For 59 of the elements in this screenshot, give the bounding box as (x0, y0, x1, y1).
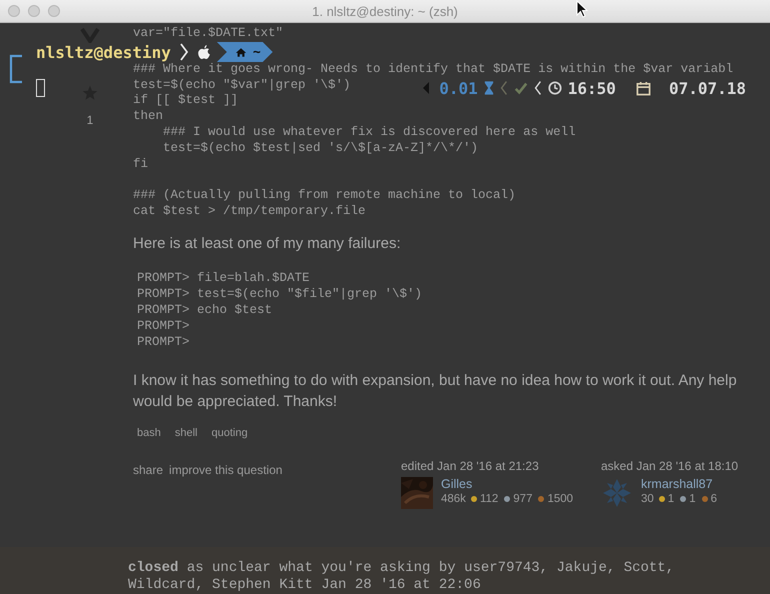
tag[interactable]: bash (137, 426, 161, 439)
code-line: PROMPT> test=$(echo "$file"|grep '\$') (137, 286, 422, 302)
window-title: 1. nlsltz@destiny: ~ (zsh) (312, 4, 458, 18)
code-line: fi (133, 156, 148, 172)
reputation: 30 (641, 492, 654, 505)
code-line: ### I would use whatever fix is discovered here as well (162, 124, 576, 141)
chevron-icon (500, 79, 508, 97)
tag[interactable]: shell (174, 426, 198, 439)
code-line: ### (Actually pulling from remote machine to local) (133, 188, 516, 204)
calendar-icon (636, 80, 651, 96)
badge-count: 1500 (547, 492, 574, 505)
code-line: PROMPT> file=blah.$DATE (137, 270, 310, 286)
zoom-button[interactable] (48, 5, 60, 17)
code-line: PROMPT> echo $test (137, 302, 272, 318)
badge-count: 977 (513, 492, 532, 505)
date: 07.07.18 (668, 78, 746, 98)
code-line: var="file.$DATE.txt" (133, 26, 284, 42)
code-line: PROMPT> (137, 334, 190, 350)
user-name[interactable]: krmarshall87 (641, 476, 720, 491)
directory: ~ (252, 44, 261, 60)
chevron-icon (178, 42, 189, 62)
closed-notice: closed as unclear what you're asking by user79743, Jakuje, Scott, Wildcard, Stephen Kitt Jan 28 '16 at 22:06 (128, 560, 676, 594)
code-line: test=$(echo $test|sed 's/\$[a-zA-Z]*/\*/') (162, 140, 478, 157)
close-button[interactable] (8, 5, 20, 17)
favorite-count: 1 (86, 113, 94, 127)
action-link[interactable]: improve this question (169, 462, 282, 509)
code-line: ### Where it goes wrong- Needs to identify that $DATE is within the $var variabl (133, 62, 734, 78)
time: 16:50 (568, 78, 616, 98)
paragraph: I know it has something to do with expansion, but have no idea how to work it out. Any help would be appreciated. Thanks! (133, 370, 738, 412)
hourglass-icon (484, 80, 494, 96)
badge-count: 1 (668, 492, 674, 505)
paragraph: Here is at least one of my many failures: (133, 234, 402, 254)
apple-icon (196, 44, 211, 60)
code-line: test=$(echo "$var"|grep '\$') (133, 78, 351, 94)
text-cursor (36, 79, 45, 97)
code-line: if [[ $test ]] (133, 93, 238, 110)
user-name[interactable]: Gilles (441, 476, 576, 491)
segment-arrow-icon (423, 81, 430, 95)
clock-icon (548, 81, 562, 95)
code-line: cat $test > /tmp/temporary.file (133, 204, 366, 220)
badge-count: 6 (710, 492, 718, 505)
code-line: then (133, 109, 164, 125)
home-icon (234, 46, 247, 58)
mouse-pointer-icon (576, 0, 588, 18)
signature-date: edited Jan 28 '16 at 21:23 (401, 458, 540, 473)
reputation: 486k (441, 492, 466, 505)
minimize-button[interactable] (28, 5, 40, 17)
check-icon (514, 81, 528, 95)
badge-count: 112 (480, 492, 498, 505)
user-host: nlsltz@destiny (36, 42, 171, 62)
badge-count: 1 (689, 492, 696, 505)
signature-date: asked Jan 28 '16 at 18:10 (601, 458, 740, 473)
chevron-icon (534, 79, 542, 97)
action-link[interactable]: share (133, 462, 164, 509)
load-average: 0.01 (439, 78, 478, 98)
prompt-bracket-icon (8, 54, 24, 84)
tag[interactable]: quoting (211, 426, 248, 439)
avatar-pattern-icon (601, 476, 633, 509)
code-line: PROMPT> (137, 318, 190, 334)
